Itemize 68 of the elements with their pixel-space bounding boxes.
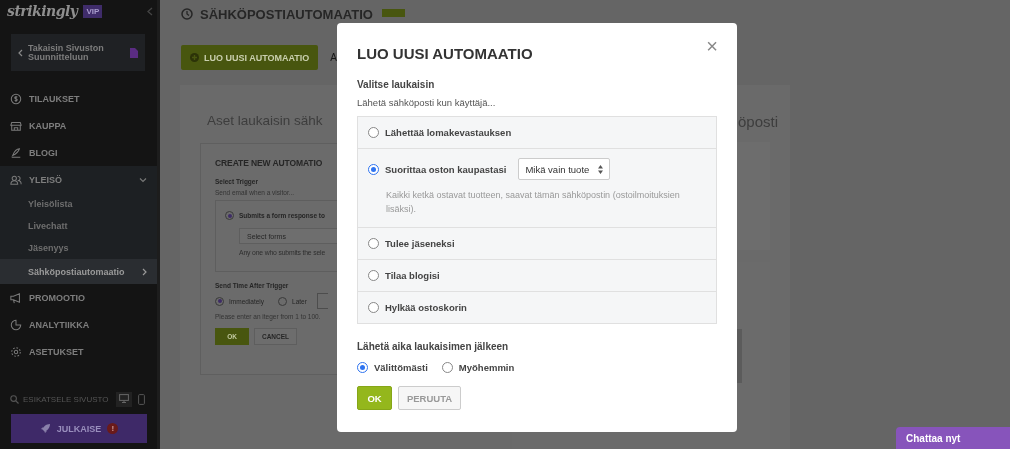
number-field[interactable] [316, 293, 328, 309]
nav-subitem[interactable]: Jäsenyys [0, 237, 157, 259]
ok-button[interactable]: OK [357, 386, 392, 410]
nav-subitem[interactable]: Yleisölista [0, 193, 157, 215]
desktop-button[interactable] [116, 392, 132, 407]
stepper-arrows-icon [598, 164, 604, 174]
card-title: CREATE NEW AUTOMATIO [215, 158, 323, 168]
hint-text: Lähetä sähköposti kun käyttäjä... [357, 97, 497, 108]
option-label: Tilaa blogisi [385, 270, 440, 281]
vip-badge: VIP [83, 4, 103, 18]
rocket-icon [39, 423, 51, 434]
clock-icon [181, 8, 193, 20]
pen-icon [10, 146, 22, 159]
dialog-title: LUO UUSI AUTOMAATIO [357, 45, 533, 62]
mobile-icon[interactable] [136, 392, 147, 407]
option-label: Suorittaa oston kaupastasi [385, 163, 507, 175]
dollar-circle-icon [10, 92, 22, 105]
document-icon [130, 47, 138, 58]
new-automation-button[interactable]: LUO UUSI AUTOMAATIO [181, 45, 319, 70]
store-icon [10, 119, 22, 132]
megaphone-icon [10, 291, 22, 304]
nav-item[interactable]: TILAUKSET [0, 85, 157, 112]
people-icon [10, 173, 22, 186]
radio-button[interactable] [225, 211, 234, 220]
radio-button[interactable] [441, 362, 453, 373]
chevron-right-icon [142, 267, 147, 276]
plus-circle-icon [190, 53, 199, 62]
chevron-left-icon[interactable] [147, 6, 153, 16]
gear-icon [10, 345, 22, 358]
section-label: Valitse laukaisin [357, 79, 436, 90]
radio-button[interactable] [215, 296, 224, 306]
nav-item[interactable]: KAUPPA [0, 112, 157, 139]
option-label: Hylkää ostoskorin [385, 302, 467, 313]
radio-button[interactable] [368, 238, 379, 249]
radio-button[interactable] [278, 296, 288, 306]
desktop-icon [119, 394, 129, 403]
chat-button[interactable]: Chattaa nyt [896, 427, 1010, 449]
radio-button[interactable] [368, 163, 379, 175]
tab-link[interactable]: A [330, 52, 337, 63]
page-title: SÄHKÖPOSTIAUTOMAATIO [200, 6, 373, 22]
option-label: Tulee jäseneksi [385, 238, 455, 249]
radio-button[interactable] [357, 362, 368, 373]
close-button[interactable]: × [706, 36, 718, 56]
nav-item[interactable]: ASETUKSET [0, 338, 157, 365]
alert-badge: ! [107, 423, 119, 434]
option-label: Myöhemmin [458, 362, 515, 373]
nav-item[interactable]: PROMOOTIO [0, 284, 157, 311]
nav-item[interactable]: BLOGI [0, 139, 157, 166]
option-label: Lähettää lomakevastauksen [385, 127, 512, 138]
search-icon [10, 395, 19, 404]
radio-button[interactable] [368, 270, 379, 281]
publish-button[interactable]: JULKAISE ! [11, 414, 147, 443]
nav-subitem[interactable]: Livechatt [0, 215, 157, 237]
chevron-left-icon [18, 48, 23, 57]
radio-button[interactable] [368, 302, 379, 313]
status-tag [381, 9, 405, 17]
nav-item[interactable]: ANALYTIIKKA [0, 311, 157, 338]
pie-chart-icon [10, 318, 22, 331]
back-link[interactable]: Takaisin Sivuston Suunnitteluun [11, 34, 145, 71]
description-text: Kaikki ketkä ostavat tuotteen, saavat tämän sähköpostin (ostoilmoituksien lisäksi). [386, 189, 681, 216]
product-dropdown[interactable]: Mikä vain tuote [518, 158, 611, 180]
nav-item[interactable]: YLEISÖ [0, 166, 157, 193]
logo[interactable]: strikingly [7, 3, 78, 19]
radio-button[interactable] [368, 127, 379, 138]
option-label: Välittömästi [374, 362, 428, 373]
section-label: Lähetä aika laukaisimen jälkeen [357, 341, 510, 352]
cancel-button[interactable]: PERUUTA [398, 386, 461, 410]
nav-subitem[interactable]: Sähköpostiautomaatio [0, 259, 157, 284]
